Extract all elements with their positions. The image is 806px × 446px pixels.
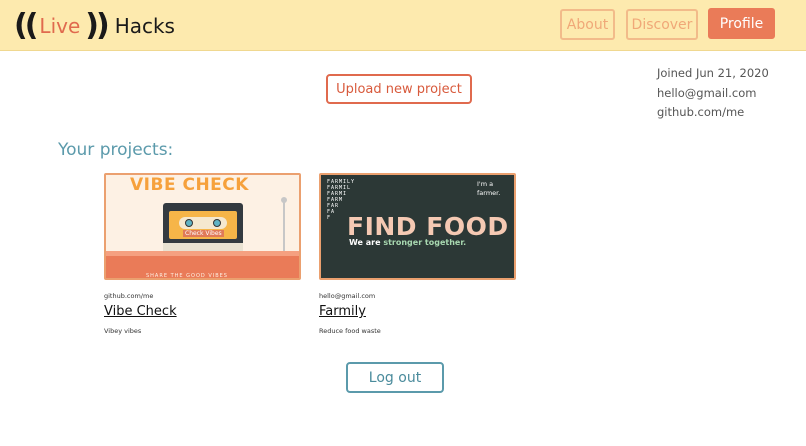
logo-paren-right: )) <box>85 8 109 43</box>
project-description: Vibey vibes <box>104 327 142 335</box>
project-author: github.com/me <box>104 292 154 300</box>
project-card: VIBE CHECK Check Vibes SHARE THE GOOD VI… <box>104 173 301 335</box>
nav-profile-button[interactable]: Profile <box>708 8 775 39</box>
project-thumbnail-farmily[interactable]: FARMILY FARMIL FARMI FARM FAR FA F I'm a… <box>319 173 516 280</box>
thumb-heading: VIBE CHECK <box>130 175 249 195</box>
cassette-base <box>163 243 243 251</box>
nav-about-button[interactable]: About <box>560 9 615 40</box>
logout-button[interactable]: Log out <box>346 362 444 393</box>
thumb-tagline: We are stronger together. <box>349 238 466 247</box>
reel-left-icon <box>185 219 193 227</box>
thumb-headline: FIND FOOD <box>347 212 509 241</box>
logo-live: Live <box>39 14 81 38</box>
profile-info: Joined Jun 21, 2020 hello@gmail.com gith… <box>657 64 769 123</box>
tagline-highlight: stronger together. <box>383 238 467 247</box>
profile-email: hello@gmail.com <box>657 85 757 100</box>
project-card: FARMILY FARMIL FARMI FARM FAR FA F I'm a… <box>319 173 516 335</box>
project-title-link[interactable]: Farmily <box>319 304 366 319</box>
nav-discover-button[interactable]: Discover <box>626 9 698 40</box>
logo-hacks: Hacks <box>114 14 175 38</box>
cassette-label: Check Vibes <box>183 230 224 237</box>
reel-right-icon <box>213 219 221 227</box>
joined-date: Joined Jun 21, 2020 <box>657 66 769 80</box>
logo-paren-left: (( <box>14 8 38 43</box>
project-title-link[interactable]: Vibe Check <box>104 304 177 319</box>
antenna <box>283 200 285 255</box>
thumb-im-a-farmer: I'm a farmer. <box>477 180 501 197</box>
navbar: (( Live )) Hacks About Discover Profile <box>0 0 806 51</box>
project-description: Reduce food waste <box>319 327 381 335</box>
site-logo[interactable]: (( Live )) Hacks <box>14 9 175 43</box>
section-title: Your projects: <box>58 140 174 160</box>
tagline-prefix: We are <box>349 238 384 247</box>
upload-new-project-button[interactable]: Upload new project <box>326 74 472 104</box>
cassette-window <box>179 217 227 229</box>
thumb-footer: SHARE THE GOOD VIBES <box>146 273 228 279</box>
cassette-icon: Check Vibes <box>163 203 243 251</box>
cassette-label-area: Check Vibes <box>169 211 237 239</box>
thumb-floor-top <box>106 251 299 256</box>
profile-github: github.com/me <box>657 105 745 119</box>
project-thumbnail-vibe-check[interactable]: VIBE CHECK Check Vibes SHARE THE GOOD VI… <box>104 173 301 280</box>
project-author: hello@gmail.com <box>319 292 376 300</box>
